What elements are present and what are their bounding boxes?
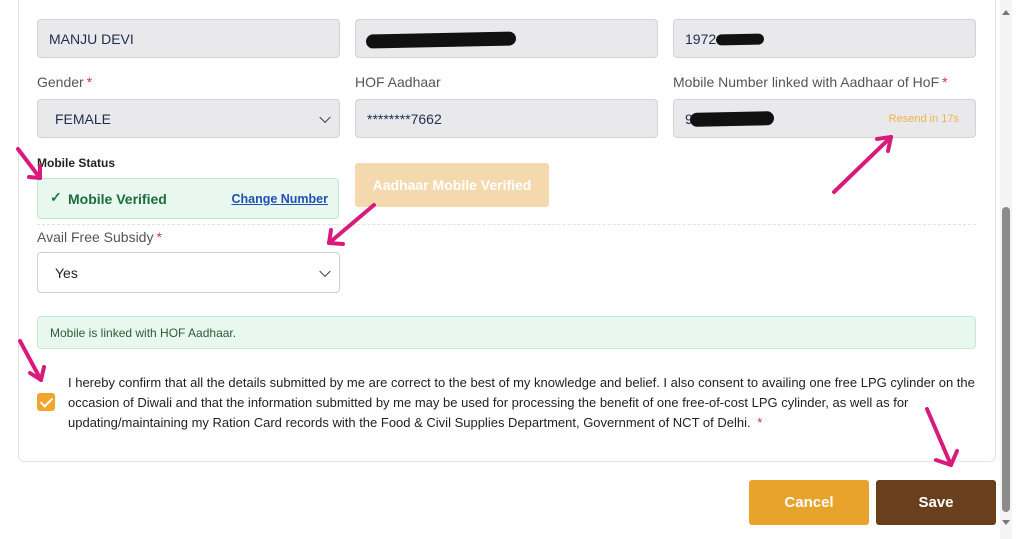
redaction-mark: [689, 111, 775, 127]
check-icon: ✓: [50, 189, 62, 205]
hof-aadhaar-value: ********7662: [367, 110, 442, 127]
avail-subsidy-value: Yes: [55, 264, 78, 281]
hof-aadhaar-field[interactable]: ********7662: [355, 99, 658, 138]
redaction-mark: [715, 33, 765, 46]
gender-label: Gender *: [37, 74, 93, 90]
section-divider: [37, 224, 976, 225]
scroll-up-arrow-icon[interactable]: [1002, 10, 1010, 15]
dob-field[interactable]: 1972-: [673, 19, 976, 58]
mobile-number-label: Mobile Number linked with Aadhaar of HoF…: [673, 74, 948, 90]
mobile-number-field[interactable]: 95 Resend in 17s: [673, 99, 976, 138]
resend-otp-timer[interactable]: Resend in 17s: [889, 113, 959, 125]
cancel-button[interactable]: Cancel: [749, 480, 869, 525]
consent-text: I hereby confirm that all the details su…: [68, 375, 975, 430]
gender-select[interactable]: FEMALE: [37, 99, 340, 138]
mobile-verified-text: Mobile Verified: [68, 191, 167, 207]
scrollbar-thumb[interactable]: [1002, 207, 1010, 512]
info-message: Mobile is linked with HOF Aadhaar.: [37, 316, 976, 349]
redaction-mark: [365, 31, 517, 49]
scroll-down-arrow-icon[interactable]: [1002, 520, 1010, 525]
avail-subsidy-label: Avail Free Subsidy *: [37, 229, 162, 245]
mobile-verified-box: ✓ Mobile Verified Change Number: [37, 178, 339, 219]
name-value: MANJU DEVI: [49, 30, 134, 47]
chevron-down-icon: [319, 265, 331, 277]
chevron-down-icon: [319, 111, 331, 123]
name-field[interactable]: MANJU DEVI: [37, 19, 340, 58]
save-button[interactable]: Save: [876, 480, 996, 525]
aadhaar-mobile-verified-button[interactable]: Aadhaar Mobile Verified: [355, 163, 549, 207]
avail-subsidy-select[interactable]: Yes: [37, 252, 340, 293]
change-number-link[interactable]: Change Number: [231, 192, 328, 206]
hof-aadhaar-label: HOF Aadhaar: [355, 74, 441, 90]
redacted-id-field[interactable]: [355, 19, 658, 58]
gender-value: FEMALE: [55, 110, 112, 127]
mobile-status-title: Mobile Status: [37, 156, 116, 170]
consent-checkbox[interactable]: [37, 393, 55, 411]
